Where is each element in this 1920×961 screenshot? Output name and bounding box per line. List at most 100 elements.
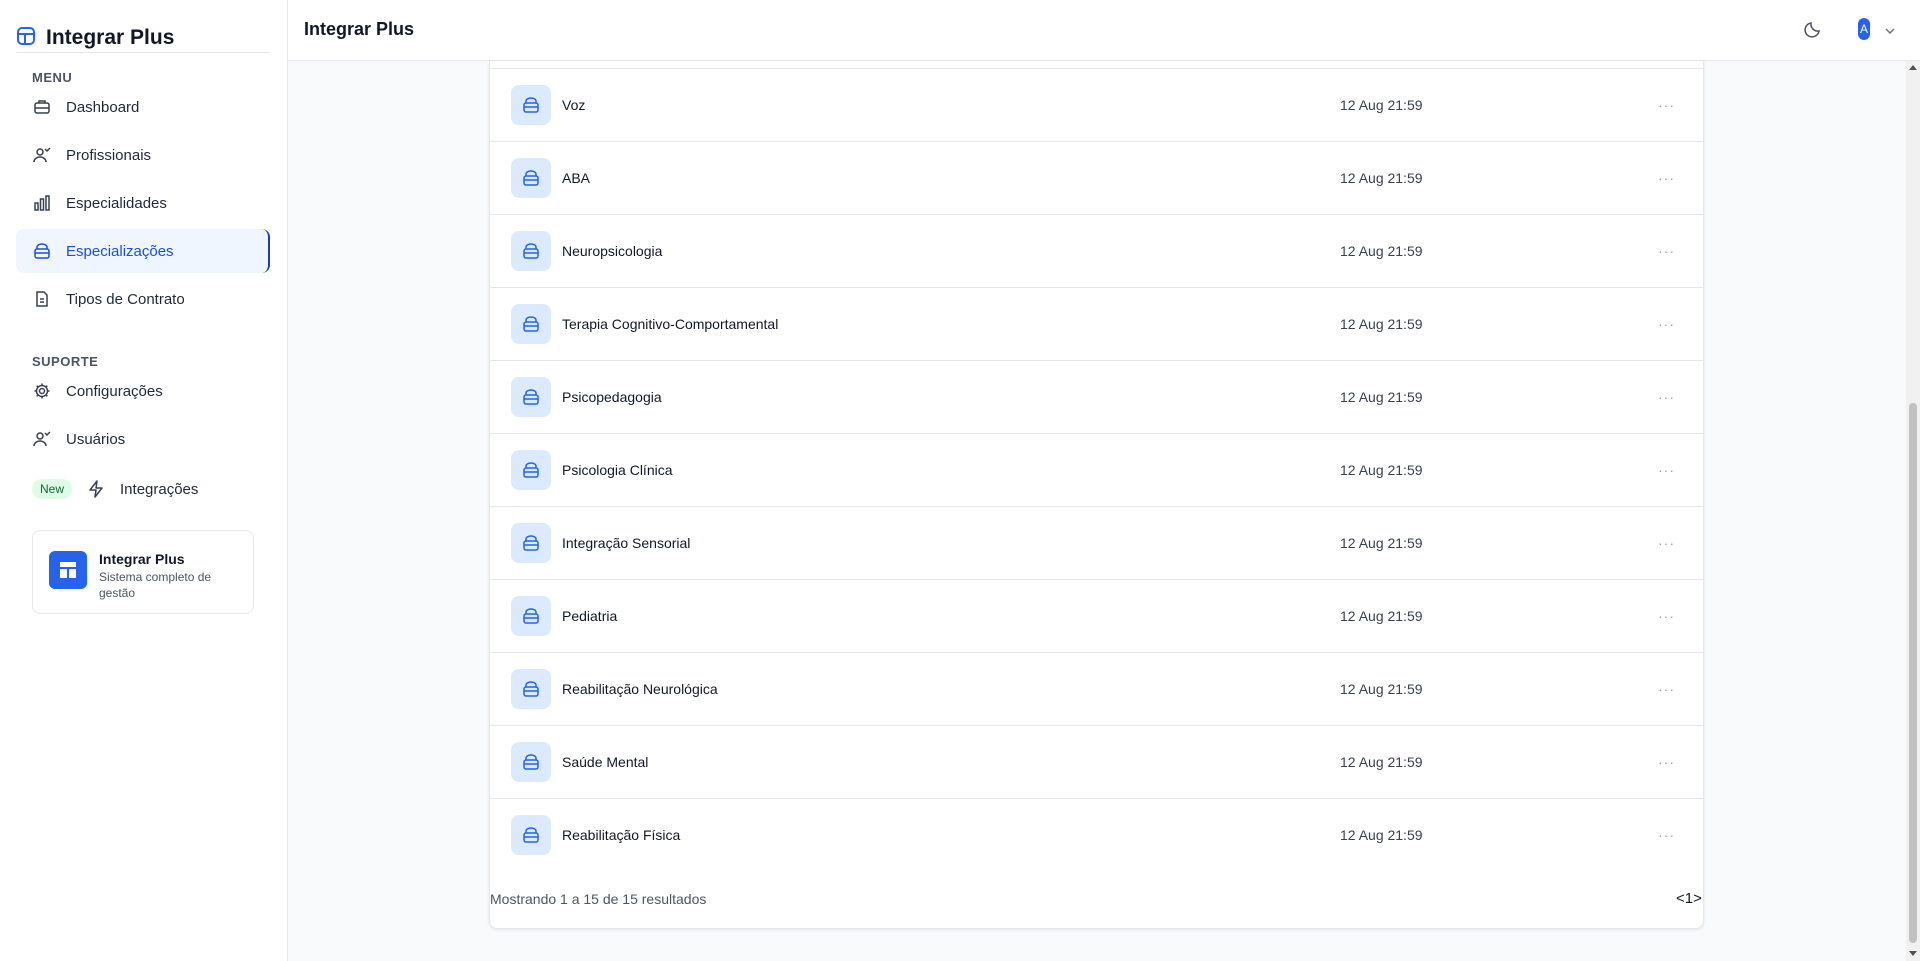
sidebar-item-integracoes[interactable]: New Integrações bbox=[16, 467, 270, 511]
table-row[interactable]: Psicologia Clínica 12 Aug 21:59 ··· bbox=[490, 433, 1703, 506]
layout-icon bbox=[49, 551, 87, 589]
specialization-date: 12 Aug 21:59 bbox=[1340, 681, 1423, 697]
table-row[interactable]: Integração Sensorial 12 Aug 21:59 ··· bbox=[490, 506, 1703, 579]
briefcase-icon bbox=[32, 97, 52, 117]
gear-icon bbox=[32, 381, 52, 401]
user-check-icon bbox=[32, 429, 52, 449]
table-row[interactable]: Reabilitação Neurológica 12 Aug 21:59 ··· bbox=[490, 652, 1703, 725]
specialization-date: 12 Aug 21:59 bbox=[1340, 535, 1423, 551]
specialization-name: ABA bbox=[562, 170, 591, 186]
sidebar-item-tipos-de-contrato[interactable]: Tipos de Contrato bbox=[16, 277, 270, 321]
sidebar-item-especialidades[interactable]: Especialidades bbox=[16, 181, 270, 225]
new-badge: New bbox=[32, 479, 73, 499]
sidebar-item-label: Integrações bbox=[120, 480, 199, 498]
table-row[interactable]: Neuropsicologia 12 Aug 21:59 ··· bbox=[490, 214, 1703, 287]
pagination: <1> bbox=[1676, 890, 1702, 907]
table-row[interactable]: Reabilitação Física 12 Aug 21:59 ··· bbox=[490, 798, 1703, 871]
more-actions-button[interactable]: ··· bbox=[1658, 243, 1675, 259]
zap-icon bbox=[86, 479, 106, 499]
table-row[interactable]: Psicopedagogia 12 Aug 21:59 ··· bbox=[490, 360, 1703, 433]
more-actions-button[interactable]: ··· bbox=[1658, 681, 1675, 697]
specialization-name: Reabilitação Física bbox=[562, 827, 681, 843]
briefcase-medical-icon bbox=[511, 450, 551, 490]
specialization-date: 12 Aug 21:59 bbox=[1340, 608, 1423, 624]
brand[interactable]: Integrar Plus bbox=[16, 24, 270, 53]
specialization-name: Pediatria bbox=[562, 608, 618, 624]
promo-subtitle: Sistema completo de gestão bbox=[99, 570, 212, 600]
specialization-name: Psicologia Clínica bbox=[562, 462, 673, 478]
scroll-down-arrow[interactable] bbox=[1909, 951, 1917, 956]
prev-page-button[interactable]: < bbox=[1676, 890, 1685, 907]
promo-title: Integrar Plus bbox=[99, 551, 185, 567]
scroll-thumb[interactable] bbox=[1909, 403, 1917, 943]
menu-section-label: MENU bbox=[32, 70, 73, 85]
table-row[interactable]: Pediatria 12 Aug 21:59 ··· bbox=[490, 579, 1703, 652]
specialization-name: Saúde Mental bbox=[562, 754, 649, 770]
sidebar-item-profissionais[interactable]: Profissionais bbox=[16, 133, 270, 177]
specialization-name: Terapia Cognitivo-Comportamental bbox=[562, 316, 779, 332]
specialization-date: 12 Aug 21:59 bbox=[1340, 97, 1423, 113]
document-icon bbox=[32, 289, 52, 309]
specialization-date: 12 Aug 21:59 bbox=[1340, 243, 1423, 259]
sidebar-item-configuracoes[interactable]: Configurações bbox=[16, 369, 270, 413]
specialization-name: Neuropsicologia bbox=[562, 243, 663, 259]
specialization-name: Voz bbox=[562, 97, 586, 113]
scroll-up-arrow[interactable] bbox=[1909, 65, 1917, 70]
pagination-summary: Mostrando 1 a 15 de 15 resultados bbox=[490, 891, 707, 907]
page-1-button[interactable]: 1 bbox=[1685, 890, 1693, 907]
sidebar-item-label: Usuários bbox=[66, 430, 126, 448]
support-section-label: SUPORTE bbox=[32, 354, 99, 369]
specialization-date: 12 Aug 21:59 bbox=[1340, 389, 1423, 405]
more-actions-button[interactable]: ··· bbox=[1658, 535, 1675, 551]
sidebar-item-especializacoes[interactable]: Especializações bbox=[16, 229, 270, 273]
more-actions-button[interactable]: ··· bbox=[1658, 316, 1675, 332]
briefcase-medical-icon bbox=[511, 596, 551, 636]
promo-card: Integrar Plus Sistema completo de gestão bbox=[32, 530, 254, 614]
specialization-date: 12 Aug 21:59 bbox=[1340, 316, 1423, 332]
avatar[interactable]: A bbox=[1858, 18, 1870, 40]
briefcase-medical-icon bbox=[511, 742, 551, 782]
specialization-name: Integração Sensorial bbox=[562, 535, 691, 551]
specialization-date: 12 Aug 21:59 bbox=[1340, 754, 1423, 770]
more-actions-button[interactable]: ··· bbox=[1658, 170, 1675, 186]
briefcase-medical-icon bbox=[511, 523, 551, 563]
more-actions-button[interactable]: ··· bbox=[1658, 97, 1675, 113]
sidebar-item-usuarios[interactable]: Usuários bbox=[16, 417, 270, 461]
briefcase-medical-icon bbox=[511, 231, 551, 271]
specialization-date: 12 Aug 21:59 bbox=[1340, 827, 1423, 843]
moon-icon[interactable] bbox=[1804, 20, 1822, 43]
specialization-date: 12 Aug 21:59 bbox=[1340, 462, 1423, 478]
table-row[interactable]: ABA 12 Aug 21:59 ··· bbox=[490, 141, 1703, 214]
sidebar-item-label: Especializações bbox=[66, 242, 174, 260]
specialization-name: Psicopedagogia bbox=[562, 389, 662, 405]
logo-icon bbox=[16, 26, 36, 51]
sidebar-item-label: Tipos de Contrato bbox=[66, 290, 185, 308]
top-header: Integrar Plus A bbox=[288, 0, 1920, 61]
briefcase-medical-icon bbox=[32, 241, 52, 261]
chevron-down-icon[interactable] bbox=[1884, 24, 1896, 42]
table-row[interactable]: Saúde Mental 12 Aug 21:59 ··· bbox=[490, 725, 1703, 798]
more-actions-button[interactable]: ··· bbox=[1658, 754, 1675, 770]
briefcase-medical-icon bbox=[511, 304, 551, 344]
more-actions-button[interactable]: ··· bbox=[1658, 462, 1675, 478]
more-actions-button[interactable]: ··· bbox=[1658, 608, 1675, 624]
sidebar-item-label: Configurações bbox=[66, 382, 163, 400]
next-page-button[interactable]: > bbox=[1693, 890, 1702, 907]
sidebar-item-label: Especialidades bbox=[66, 194, 167, 212]
specialization-name: Reabilitação Neurológica bbox=[562, 681, 718, 697]
table-row[interactable]: Terapia Cognitivo-Comportamental 12 Aug 2… bbox=[490, 287, 1703, 360]
page-title: Integrar Plus bbox=[304, 19, 415, 39]
sidebar-item-dashboard[interactable]: Dashboard bbox=[16, 85, 270, 129]
bar-chart-icon bbox=[32, 193, 52, 213]
specializations-table: Voz 12 Aug 21:59 ··· ABA 12 Aug 21:59 ··· Neur… bbox=[489, 61, 1704, 929]
briefcase-medical-icon bbox=[511, 815, 551, 855]
sidebar: Integrar Plus MENU Dashboard Profissiona… bbox=[0, 0, 288, 961]
more-actions-button[interactable]: ··· bbox=[1658, 827, 1675, 843]
sidebar-item-label: Dashboard bbox=[66, 98, 140, 116]
briefcase-medical-icon bbox=[511, 669, 551, 709]
more-actions-button[interactable]: ··· bbox=[1658, 389, 1675, 405]
table-row[interactable]: Voz 12 Aug 21:59 ··· bbox=[490, 68, 1703, 141]
briefcase-medical-icon bbox=[511, 377, 551, 417]
specialization-date: 12 Aug 21:59 bbox=[1340, 170, 1423, 186]
scrollbar[interactable] bbox=[1906, 61, 1920, 961]
